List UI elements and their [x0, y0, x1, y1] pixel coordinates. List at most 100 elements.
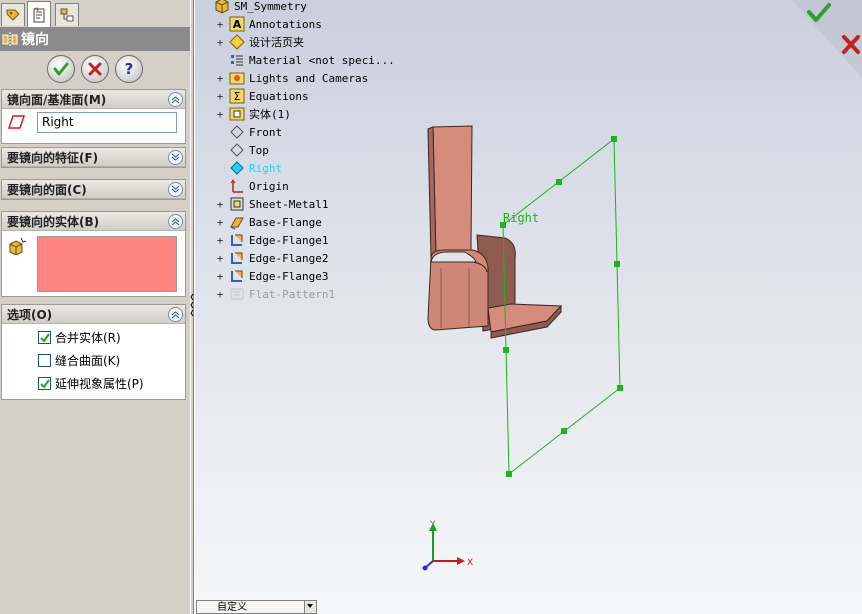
feature-manager-tab[interactable] — [1, 3, 25, 26]
cancel-button[interactable] — [81, 55, 109, 83]
plane-handle[interactable] — [611, 136, 617, 142]
edge-flange-icon — [231, 270, 243, 282]
tree-item[interactable]: + A Annotations — [195, 15, 322, 33]
tree-item-label: Edge-Flange2 — [249, 251, 329, 265]
tree-item[interactable]: + 设计活页夹 — [195, 33, 304, 51]
tree-item[interactable]: + Edge-Flange1 — [195, 231, 329, 249]
manager-tabbar — [0, 0, 190, 27]
plane-handle[interactable] — [556, 179, 562, 185]
merge-bodies-checkbox[interactable] — [38, 331, 51, 344]
collapse-icon[interactable] — [168, 213, 183, 229]
sheet-metal-icon — [230, 197, 244, 211]
splitter-grip-icon[interactable] — [190, 292, 194, 316]
plane-handle[interactable] — [614, 261, 620, 267]
property-manager-header: 镜向 — [0, 27, 190, 51]
expand-plus-icon[interactable]: + — [215, 288, 225, 301]
expand-icon[interactable] — [168, 149, 183, 165]
tree-item[interactable]: + Flat-Pattern1 — [195, 285, 335, 303]
expand-plus-icon[interactable]: + — [215, 198, 225, 211]
tree-item[interactable]: + 实体(1) — [195, 105, 291, 123]
mirror-face-group: 镜向面/基准面(M) Right — [1, 89, 186, 144]
mirror-face-field[interactable]: Right — [37, 112, 177, 133]
expand-plus-icon[interactable]: + — [215, 72, 225, 85]
equations-icon: Σ — [229, 88, 245, 104]
mirror-face-group-header[interactable]: 镜向面/基准面(M) — [2, 90, 185, 109]
material-icon — [231, 55, 243, 66]
bodies-to-mirror-group: 要镜向的实体(B) — [1, 211, 186, 297]
base-flange-icon — [230, 217, 244, 230]
tree-item-label: Annotations — [249, 17, 322, 31]
confirmation-corner — [792, 0, 862, 78]
tree-item[interactable]: Material <not speci... — [195, 51, 395, 69]
bodies-to-mirror-header[interactable]: 要镜向的实体(B) — [2, 212, 185, 231]
tree-item-label: Front — [249, 125, 283, 139]
features-to-mirror-group: 要镜向的特征(F) — [1, 147, 186, 168]
knit-surfaces-option[interactable]: 缝合曲面(K) — [2, 349, 185, 372]
tree-item[interactable]: + Σ Equations — [195, 87, 309, 105]
tree-item[interactable]: Origin — [195, 177, 289, 195]
expand-icon[interactable] — [168, 181, 183, 197]
flat-pattern-icon — [230, 288, 244, 300]
tree-item[interactable]: Top — [195, 141, 269, 159]
plane-handle[interactable] — [617, 385, 623, 391]
merge-bodies-label: 合并实体(R) — [55, 331, 121, 345]
svg-text:A: A — [233, 18, 242, 31]
tree-root[interactable]: SM_Symmetry — [195, 0, 307, 15]
features-to-mirror-header[interactable]: 要镜向的特征(F) — [2, 148, 185, 167]
view-orientation-dropdown[interactable]: 自定义 — [196, 600, 317, 614]
svg-text:Σ: Σ — [234, 90, 241, 103]
tree-item[interactable]: + Edge-Flange3 — [195, 267, 329, 285]
tree-item[interactable]: + Sheet-Metal1 — [195, 195, 328, 213]
tree-item-label: Edge-Flange1 — [249, 233, 329, 247]
plane-icon — [230, 125, 244, 139]
tree-item[interactable]: Front — [195, 123, 282, 141]
property-icon — [33, 6, 45, 22]
collapse-icon[interactable] — [168, 306, 183, 322]
bodies-selection-list[interactable] — [37, 236, 177, 292]
expand-plus-icon[interactable]: + — [215, 270, 225, 283]
collapse-icon[interactable] — [168, 91, 183, 107]
tree-item-label: Lights and Cameras — [249, 71, 369, 85]
bodies-to-mirror-title: 要镜向的实体(B) — [7, 214, 100, 229]
annotations-icon: A — [229, 16, 245, 32]
expand-plus-icon[interactable]: + — [215, 252, 225, 265]
options-group-header[interactable]: 选项(O) — [2, 305, 185, 324]
tree-item[interactable]: + Edge-Flange2 — [195, 249, 329, 267]
triad-x-label: X — [467, 558, 473, 568]
mirror-face-group-title: 镜向面/基准面(M) — [7, 92, 107, 107]
tree-item[interactable]: Right — [195, 159, 282, 177]
help-icon: ? — [125, 60, 134, 78]
feature-tree-icon — [6, 9, 20, 21]
dropdown-arrow-icon[interactable] — [304, 601, 316, 613]
plane-select-icon — [8, 115, 26, 129]
graphics-area[interactable]: Right SM_Symmetry + A Annotations + 设计活页夹 Mat… — [195, 0, 862, 614]
sheet-metal-part[interactable] — [427, 125, 563, 339]
plane-handle[interactable] — [506, 471, 512, 477]
options-group-title: 选项(O) — [7, 307, 53, 322]
ok-button[interactable] — [47, 55, 75, 83]
faces-to-mirror-header[interactable]: 要镜向的面(C) — [2, 180, 185, 199]
edge-flange-icon — [231, 252, 243, 264]
property-manager-tab[interactable] — [27, 1, 51, 27]
options-list: 合并实体(R) 缝合曲面(K) 延伸视象属性(P) — [2, 324, 185, 395]
tree-item-label: 设计活页夹 — [249, 36, 304, 49]
expand-plus-icon[interactable]: + — [215, 36, 225, 49]
svg-text:?: ? — [125, 60, 134, 78]
expand-plus-icon[interactable]: + — [215, 216, 225, 229]
expand-plus-icon[interactable]: + — [215, 18, 225, 31]
expand-plus-icon[interactable]: + — [215, 234, 225, 247]
help-button[interactable]: ? — [115, 55, 143, 83]
plane-handle[interactable] — [561, 428, 567, 434]
plane-handle[interactable] — [503, 347, 509, 353]
merge-bodies-option[interactable]: 合并实体(R) — [2, 326, 185, 349]
propagate-visual-label: 延伸视象属性(P) — [55, 377, 144, 391]
faces-to-mirror-group: 要镜向的面(C) — [1, 179, 186, 200]
tree-item[interactable]: + Lights and Cameras — [195, 69, 368, 87]
expand-plus-icon[interactable]: + — [215, 90, 225, 103]
tree-item[interactable]: + Base-Flange — [195, 213, 322, 231]
configuration-manager-tab[interactable] — [55, 3, 79, 26]
knit-surfaces-checkbox[interactable] — [38, 354, 51, 367]
propagate-visual-checkbox[interactable] — [38, 377, 51, 390]
propagate-visual-option[interactable]: 延伸视象属性(P) — [2, 372, 185, 395]
expand-plus-icon[interactable]: + — [215, 108, 225, 121]
